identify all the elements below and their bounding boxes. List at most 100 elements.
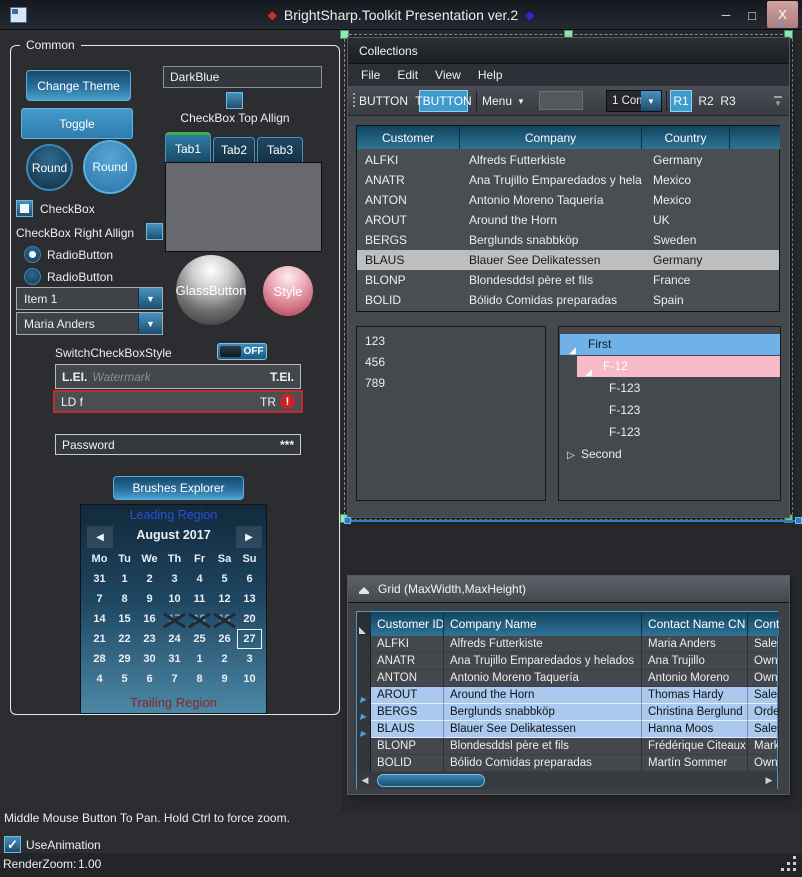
column-header-contact-title[interactable]: Conta bbox=[748, 612, 779, 636]
tab-tab1[interactable]: Tab1 bbox=[165, 132, 211, 162]
table-row-selected[interactable]: ▶AROUTAround the HornThomas HardySales bbox=[357, 687, 777, 704]
password-field[interactable]: Password *** bbox=[55, 434, 301, 455]
calendar-next-icon[interactable]: ▶ bbox=[236, 526, 262, 548]
style-button[interactable]: Style bbox=[263, 266, 313, 316]
round-button-light[interactable]: Round bbox=[83, 140, 137, 194]
calendar-day[interactable]: 21 bbox=[87, 629, 112, 649]
collapse-pin-icon[interactable] bbox=[359, 587, 369, 592]
calendar-day[interactable]: 26 bbox=[212, 629, 237, 649]
column-header-customer-id[interactable]: Customer ID bbox=[371, 612, 444, 636]
calendar-day[interactable]: 30 bbox=[137, 649, 162, 669]
chevron-down-icon[interactable]: ▼ bbox=[138, 313, 162, 334]
calendar-day[interactable]: 12 bbox=[212, 589, 237, 609]
toolbar-toggle-button[interactable]: TBUTTON bbox=[419, 90, 468, 112]
scroll-left-icon[interactable]: ◀ bbox=[357, 772, 373, 789]
table-row[interactable]: BLONPBlondesddsl père et filsFrédérique … bbox=[357, 738, 777, 755]
calendar-day[interactable]: 5 bbox=[212, 569, 237, 589]
calendar-day[interactable]: 7 bbox=[87, 589, 112, 609]
calendar-day[interactable]: 14 bbox=[87, 609, 112, 629]
chevron-down-icon[interactable]: ▼ bbox=[641, 91, 661, 111]
table-row[interactable]: ANATRAna Trujillo Emparedados y helaMexi… bbox=[357, 170, 779, 190]
table-row[interactable]: ANTONAntonio Moreno TaqueríaAntonio More… bbox=[357, 670, 777, 687]
resize-grip-icon[interactable] bbox=[781, 856, 784, 859]
table-row-selected[interactable]: ▶BERGSBerglunds snabbköpChristina Berglu… bbox=[357, 704, 777, 721]
select-all-corner[interactable] bbox=[357, 612, 371, 636]
table-row[interactable]: ANATRAna Trujillo Emparedados y heladosA… bbox=[357, 653, 777, 670]
round-button-dark[interactable]: Round bbox=[26, 144, 73, 191]
radio-button-2[interactable] bbox=[24, 268, 41, 285]
column-header-country[interactable]: Country bbox=[642, 126, 730, 149]
maximize-button[interactable]: □ bbox=[740, 4, 764, 26]
calendar-day[interactable]: 13 bbox=[237, 589, 262, 609]
calendar-day[interactable]: 15 bbox=[112, 609, 137, 629]
column-header-contact-name[interactable]: Contact Name CN bbox=[642, 612, 748, 636]
tree-item-f123[interactable]: F-123 bbox=[609, 400, 640, 421]
menu-help[interactable]: Help bbox=[478, 68, 503, 82]
menu-edit[interactable]: Edit bbox=[397, 68, 418, 82]
calendar-day[interactable]: 23 bbox=[137, 629, 162, 649]
tree-collapsed-icon[interactable]: ▷ bbox=[567, 450, 575, 461]
calendar-day[interactable]: 20 bbox=[237, 609, 262, 629]
calendar-day[interactable]: 11 bbox=[187, 589, 212, 609]
list-item[interactable]: 456 bbox=[357, 352, 545, 373]
calendar-day[interactable]: 1 bbox=[112, 569, 137, 589]
calendar-day[interactable]: 2 bbox=[137, 569, 162, 589]
toolbar-button[interactable]: BUTTON bbox=[356, 90, 411, 112]
list-item[interactable]: 789 bbox=[357, 373, 545, 394]
calendar-day[interactable]: 29 bbox=[112, 649, 137, 669]
collections-titlebar[interactable]: Collections bbox=[348, 38, 789, 64]
minimize-button[interactable]: ─ bbox=[714, 4, 738, 26]
calendar-day[interactable]: 28 bbox=[87, 649, 112, 669]
calendar-day[interactable]: 5 bbox=[112, 669, 137, 689]
brushes-explorer-button[interactable]: Brushes Explorer bbox=[113, 476, 244, 500]
table-row[interactable]: ALFKIAlfreds FutterkisteGermany bbox=[357, 150, 779, 170]
glass-button[interactable]: GlassButton bbox=[176, 255, 246, 325]
toolbar-menu-button[interactable]: Menu bbox=[482, 90, 512, 112]
table-row[interactable]: BOLIDBólido Comidas preparadasSpain bbox=[357, 290, 779, 310]
horizontal-scrollbar[interactable]: ◀ ▶ bbox=[357, 772, 777, 789]
table-row[interactable]: ALFKIAlfreds FutterkisteMaria AndersSale… bbox=[357, 636, 777, 653]
column-header-company-name[interactable]: Company Name bbox=[444, 612, 642, 636]
calendar-day[interactable]: 7 bbox=[162, 669, 187, 689]
calendar-day[interactable]: 31 bbox=[87, 569, 112, 589]
calendar-day[interactable]: 6 bbox=[137, 669, 162, 689]
calendar-day[interactable]: 25 bbox=[187, 629, 212, 649]
combobox-item[interactable]: Item 1 ▼ bbox=[16, 287, 163, 310]
calendar-day[interactable]: 22 bbox=[112, 629, 137, 649]
scroll-right-icon[interactable]: ▶ bbox=[761, 772, 777, 789]
calendar-day[interactable]: 31 bbox=[162, 649, 187, 669]
calendar-day[interactable]: 4 bbox=[87, 669, 112, 689]
table-row[interactable]: ANTONAntonio Moreno TaqueríaMexico bbox=[357, 190, 779, 210]
close-button[interactable]: X bbox=[767, 1, 798, 28]
checkbox-top-align[interactable] bbox=[226, 92, 243, 109]
table-row[interactable]: BOLIDBólido Comidas preparadasMartín Som… bbox=[357, 755, 777, 772]
toolbar-combobox[interactable]: 1 Com ▼ bbox=[606, 90, 662, 112]
toolbar-grip-icon[interactable] bbox=[353, 93, 355, 109]
calendar-day[interactable]: 9 bbox=[137, 589, 162, 609]
list-item[interactable]: 123 bbox=[357, 327, 545, 352]
menu-view[interactable]: View bbox=[435, 68, 461, 82]
toggle-button[interactable]: Toggle bbox=[21, 108, 133, 139]
table-row-selected[interactable]: ▶BLAUSBlauer See DelikatessenHanna MoosS… bbox=[357, 721, 777, 738]
calendar-day[interactable]: 24 bbox=[162, 629, 187, 649]
tree-item-first[interactable]: ◢ First bbox=[560, 334, 780, 355]
tree-expanded-icon[interactable]: ◢ bbox=[585, 362, 592, 383]
menu-file[interactable]: File bbox=[361, 68, 380, 82]
switch-checkbox[interactable]: OFF bbox=[217, 343, 267, 360]
table-row-selected[interactable]: BLAUSBlauer See DelikatessenGermany bbox=[357, 250, 779, 270]
error-textbox[interactable]: LD f TR ! bbox=[53, 390, 303, 413]
grid-adorner-handle-left[interactable] bbox=[344, 517, 351, 524]
calendar-day[interactable]: 9 bbox=[212, 669, 237, 689]
chevron-down-icon[interactable]: ▼ bbox=[138, 288, 162, 309]
tab-tab3[interactable]: Tab3 bbox=[257, 137, 303, 162]
toolbar-radio-r1[interactable]: R1 bbox=[670, 90, 692, 112]
calendar-day[interactable]: 3 bbox=[162, 569, 187, 589]
toolbar-overflow-icon[interactable]: ▼ bbox=[774, 96, 782, 108]
tab-tab2[interactable]: Tab2 bbox=[213, 137, 255, 162]
toolbar-radio-r3[interactable]: R3 bbox=[718, 90, 738, 112]
calendar-day[interactable]: 10 bbox=[162, 589, 187, 609]
calendar-day[interactable]: 1 bbox=[187, 649, 212, 669]
calendar-day[interactable]: 6 bbox=[237, 569, 262, 589]
combobox-customer[interactable]: Maria Anders ▼ bbox=[16, 312, 163, 335]
tree-item-f12[interactable]: ◢ F-12 bbox=[577, 356, 780, 377]
